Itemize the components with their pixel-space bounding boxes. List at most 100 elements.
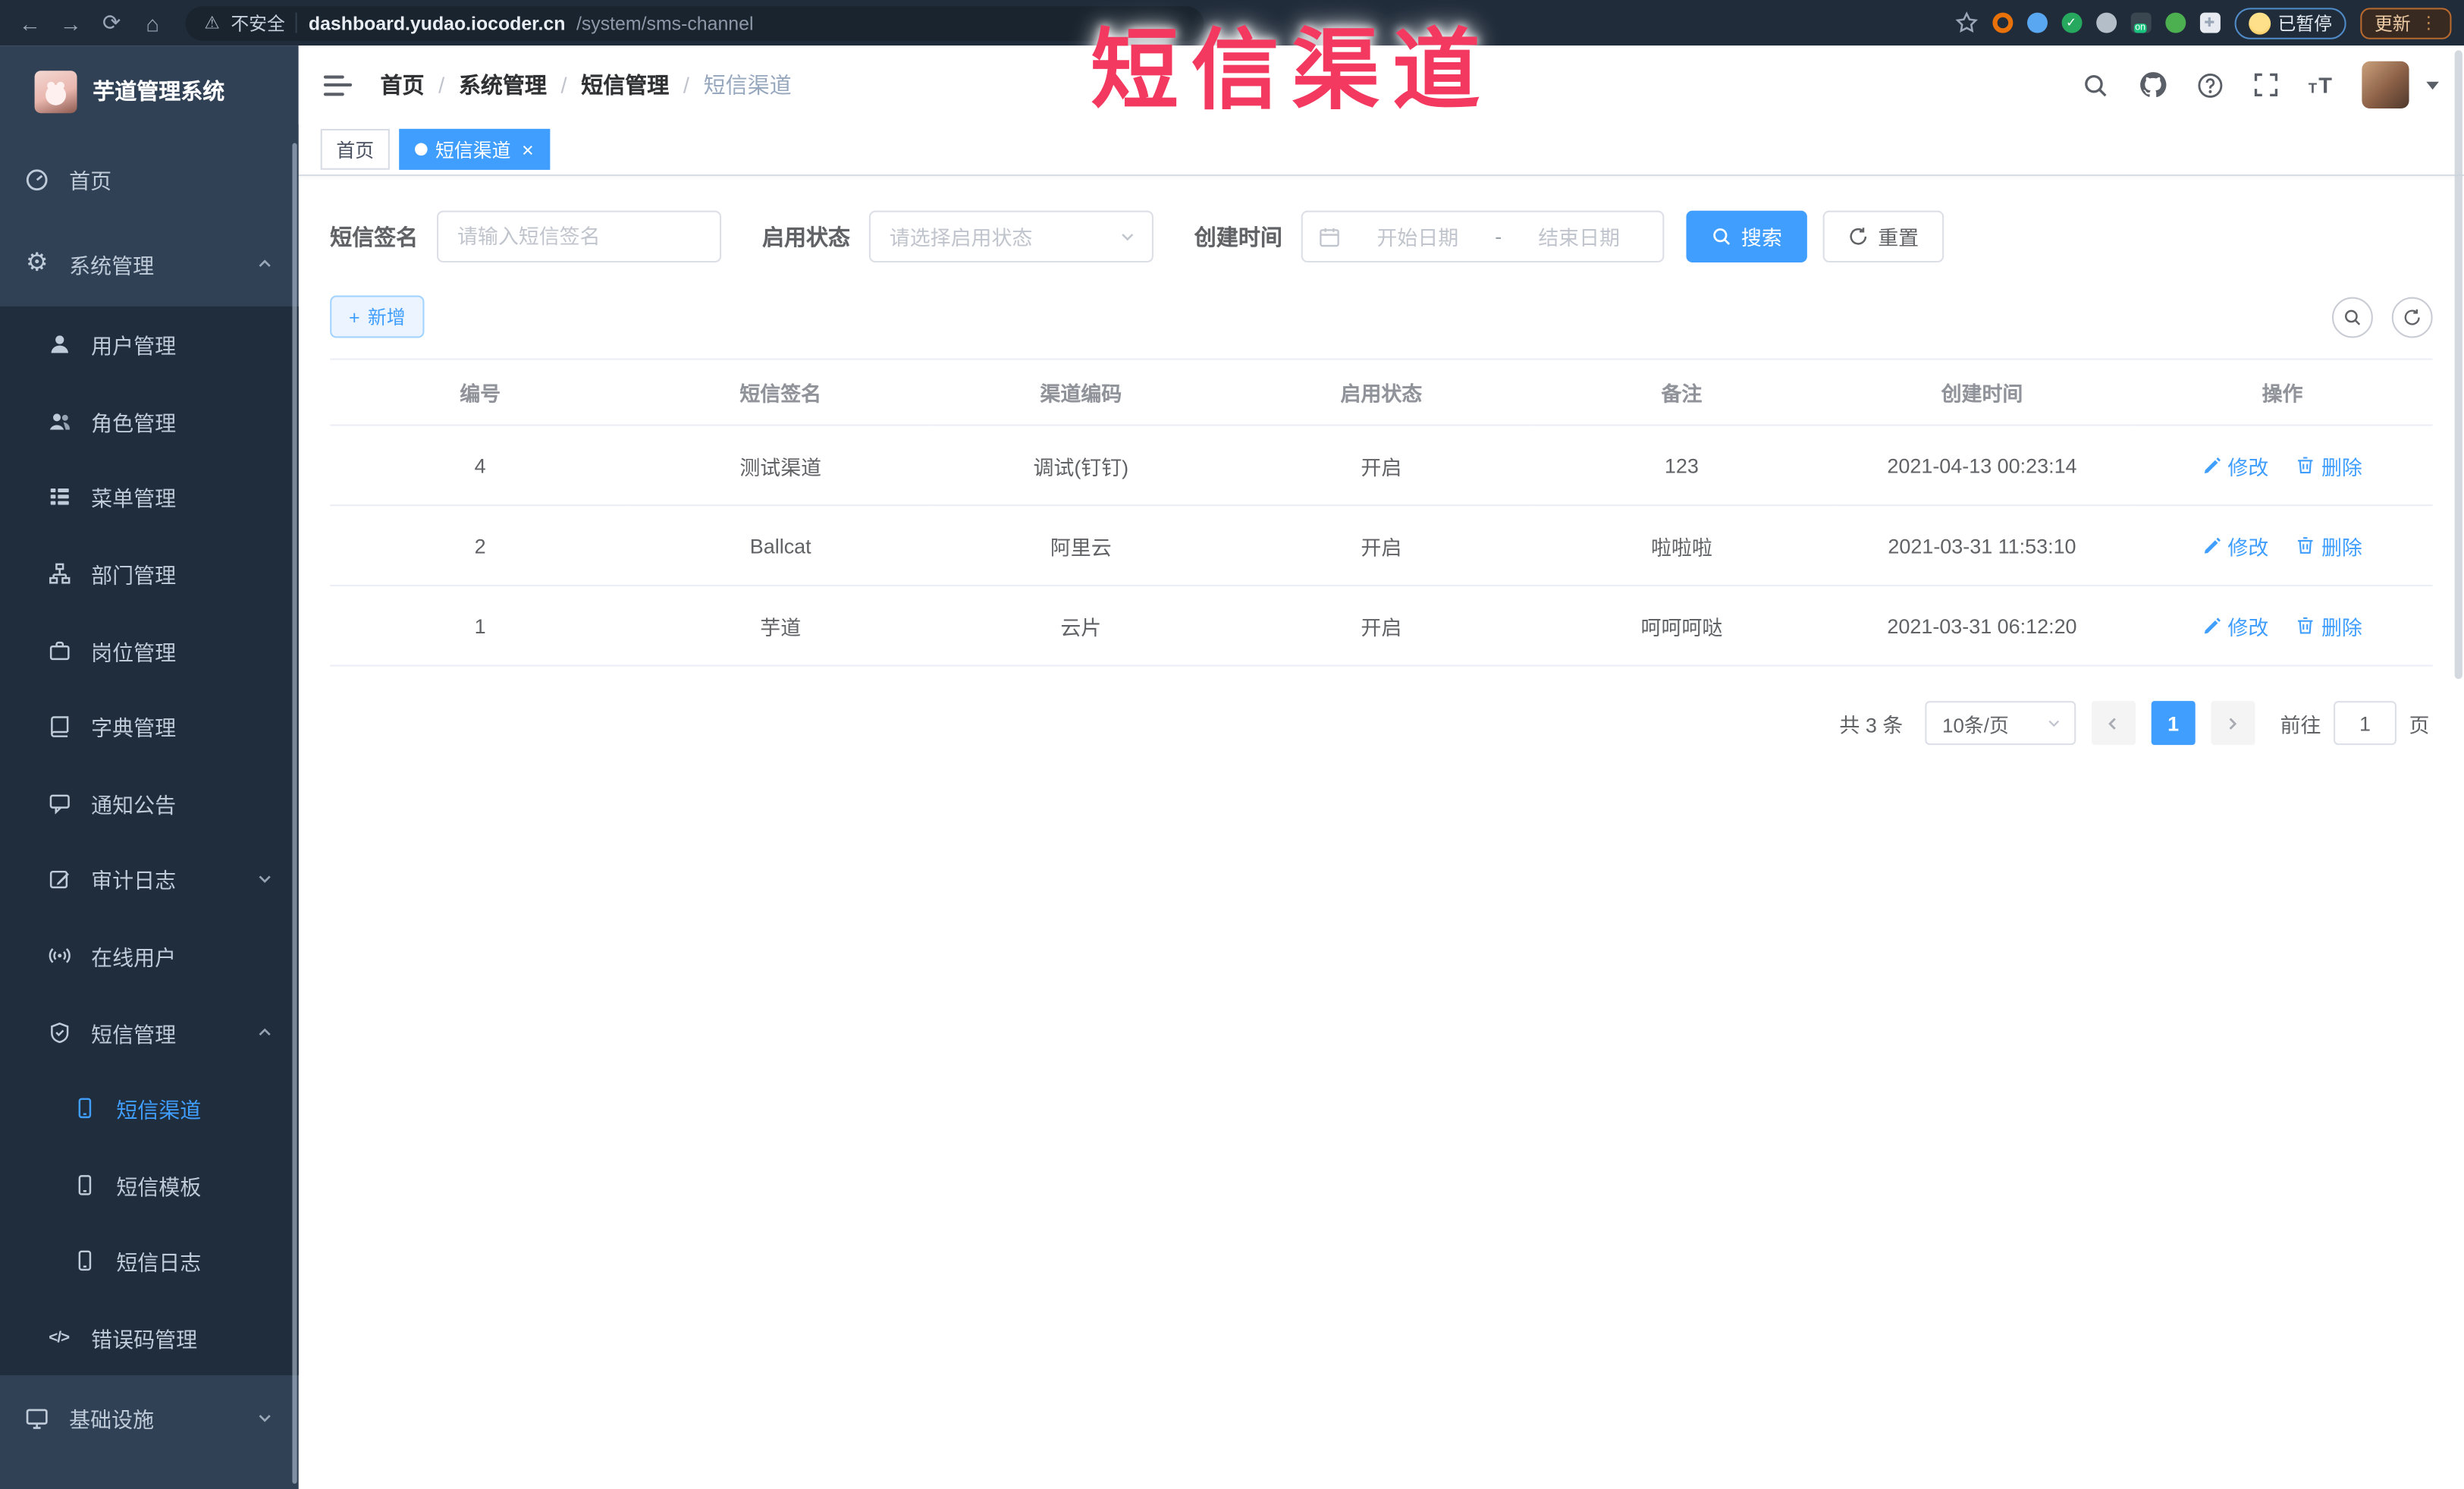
prev-page-button[interactable] <box>2091 701 2136 746</box>
edit-button[interactable]: 修改 <box>2202 451 2268 480</box>
fullscreen-icon[interactable] <box>2253 72 2278 97</box>
search-toggle-icon[interactable] <box>2331 296 2373 338</box>
delete-button[interactable]: 删除 <box>2296 530 2362 560</box>
breadcrumb-home[interactable]: 首页 <box>380 69 424 100</box>
pencil-icon <box>2204 537 2221 554</box>
reload-icon[interactable]: ⟳ <box>94 5 129 40</box>
date-range-picker[interactable]: 开始日期 - 结束日期 <box>1301 210 1665 263</box>
tab-sms-channel[interactable]: 短信渠道 × <box>399 128 550 170</box>
next-page-button[interactable] <box>2211 701 2255 746</box>
url-path: /system/sms-channel <box>576 11 754 34</box>
online-users-icon <box>46 944 72 966</box>
sidebar-item-role-mgmt[interactable]: 角色管理 <box>0 383 299 460</box>
goto-group: 前往 页 <box>2280 701 2429 746</box>
breadcrumb-sms-mgmt[interactable]: 短信管理 <box>581 69 669 100</box>
sidebar-item-sms-template[interactable]: 短信模板 <box>0 1147 299 1224</box>
status-select[interactable]: 请选择启用状态 <box>868 210 1154 263</box>
sidebar-item-dict-mgmt[interactable]: 字典管理 <box>0 689 299 765</box>
add-button[interactable]: + 新增 <box>330 295 425 338</box>
people-extension-icon[interactable] <box>2095 12 2117 33</box>
phone-icon <box>71 1250 97 1272</box>
delete-button[interactable]: 删除 <box>2296 611 2362 640</box>
search-button-label: 搜索 <box>1740 226 1782 250</box>
edit-button[interactable]: 修改 <box>2202 530 2268 560</box>
cell-code: 阿里云 <box>931 505 1232 586</box>
table-tools <box>2331 296 2433 338</box>
paused-badge[interactable]: 已暂停 <box>2233 7 2346 39</box>
update-label: 更新 <box>2374 14 2411 34</box>
sidebar-item-user-mgmt[interactable]: 用户管理 <box>0 306 299 383</box>
edit-button[interactable]: 修改 <box>2202 611 2268 640</box>
home-icon[interactable]: ⌂ <box>135 5 170 40</box>
chevron-up-icon <box>256 256 274 273</box>
browser-menu-icon[interactable]: ⋮ <box>2420 13 2437 33</box>
forward-icon[interactable]: → <box>53 5 88 40</box>
app-title: 芋道管理系统 <box>93 78 225 104</box>
sidebar-item-dept-mgmt[interactable]: 部门管理 <box>0 536 299 612</box>
refresh-icon[interactable] <box>2391 296 2433 338</box>
browser-toolbar: ← → ⟳ ⌂ ⚠ 不安全 dashboard.yudao.iocoder.cn… <box>0 0 2464 46</box>
reset-button-label: 重置 <box>1878 226 1919 250</box>
puzzle-extensions-icon[interactable]: ✚ <box>2199 12 2220 33</box>
app-logo-row[interactable]: 芋道管理系统 <box>0 46 299 137</box>
github-icon[interactable] <box>2139 71 2167 99</box>
back-icon[interactable]: ← <box>13 5 48 40</box>
caret-down-icon[interactable] <box>2426 80 2439 90</box>
pencil-icon <box>2204 617 2221 634</box>
bookmark-star-icon[interactable] <box>1954 11 1978 35</box>
sidebar-item-sms-mgmt[interactable]: 短信管理 <box>0 994 299 1070</box>
update-button[interactable]: 更新 ⋮ <box>2360 7 2452 39</box>
sidebar-item-label: 短信模板 <box>116 1175 202 1199</box>
refresh-icon <box>1850 228 1867 245</box>
sign-input[interactable] <box>437 210 722 263</box>
sidebar-item-audit-log[interactable]: 审计日志 <box>0 841 299 918</box>
cell-status: 开启 <box>1231 505 1532 586</box>
trash-icon <box>2298 537 2314 554</box>
sidebar-item-menu-mgmt[interactable]: 菜单管理 <box>0 459 299 536</box>
sidebar-item-online-users[interactable]: 在线用户 <box>0 918 299 994</box>
font-size-icon[interactable]: TT <box>2309 74 2332 96</box>
search-icon[interactable] <box>2082 71 2108 98</box>
question-icon[interactable] <box>2197 71 2224 98</box>
header-code: 渠道编码 <box>931 358 1232 426</box>
cell-sign: 测试渠道 <box>630 425 931 507</box>
on-badge-extension-icon[interactable]: on <box>2130 12 2151 33</box>
cell-status: 开启 <box>1231 425 1532 507</box>
avatar[interactable] <box>2362 61 2409 108</box>
reset-button[interactable]: 重置 <box>1822 210 1945 263</box>
cell-actions: 修改 删除 <box>2132 425 2433 507</box>
sidebar-item-post-mgmt[interactable]: 岗位管理 <box>0 612 299 689</box>
sidebar-item-system-mgmt[interactable]: ⚙ 系统管理 <box>0 221 299 306</box>
page-size-select[interactable]: 10条/页 <box>1925 701 2076 746</box>
breadcrumb-system-mgmt[interactable]: 系统管理 <box>459 69 547 100</box>
sidebar-item-error-code[interactable]: </> 错误码管理 <box>0 1299 299 1376</box>
green-check-extension-icon[interactable]: ✓ <box>2061 12 2082 33</box>
tab-home[interactable]: 首页 <box>320 128 390 170</box>
blue-extension-icon[interactable] <box>2026 12 2047 33</box>
menu-list-icon <box>46 486 72 508</box>
header-sign: 短信签名 <box>630 358 931 426</box>
delete-button[interactable]: 删除 <box>2296 451 2362 480</box>
url-host: dashboard.yudao.iocoder.cn <box>308 11 566 34</box>
trash-icon <box>2298 457 2314 474</box>
sidebar-item-sms-channel[interactable]: 短信渠道 <box>0 1070 299 1147</box>
header-id: 编号 <box>330 358 631 426</box>
hamburger-icon[interactable] <box>323 74 355 96</box>
pagination: 共 3 条 10条/页 1 前往 页 <box>330 701 2432 746</box>
orange-extension-icon[interactable] <box>1992 12 2013 33</box>
sidebar-item-home[interactable]: 首页 <box>0 137 299 221</box>
plant-extension-icon[interactable] <box>2164 12 2186 33</box>
address-bar[interactable]: ⚠ 不安全 dashboard.yudao.iocoder.cn/system/… <box>185 5 1204 40</box>
close-icon[interactable]: × <box>522 139 534 159</box>
page-scrollbar[interactable] <box>2454 50 2462 680</box>
search-button[interactable]: 搜索 <box>1686 210 1807 263</box>
sidebar-item-notice[interactable]: 通知公告 <box>0 765 299 841</box>
sidebar-item-infrastructure[interactable]: 基础设施 <box>0 1376 299 1461</box>
sidebar-item-sms-log[interactable]: 短信日志 <box>0 1223 299 1299</box>
trash-icon <box>2298 617 2314 634</box>
sidebar: 芋道管理系统 首页 ⚙ 系统管理 用户管理 角色管理 菜单管理 部门管理 岗位管… <box>0 46 299 1489</box>
goto-page-input[interactable] <box>2334 701 2397 746</box>
page-number-current[interactable]: 1 <box>2151 701 2196 746</box>
status-select-placeholder: 请选择启用状态 <box>889 226 1033 250</box>
emoji-icon <box>2248 11 2271 34</box>
